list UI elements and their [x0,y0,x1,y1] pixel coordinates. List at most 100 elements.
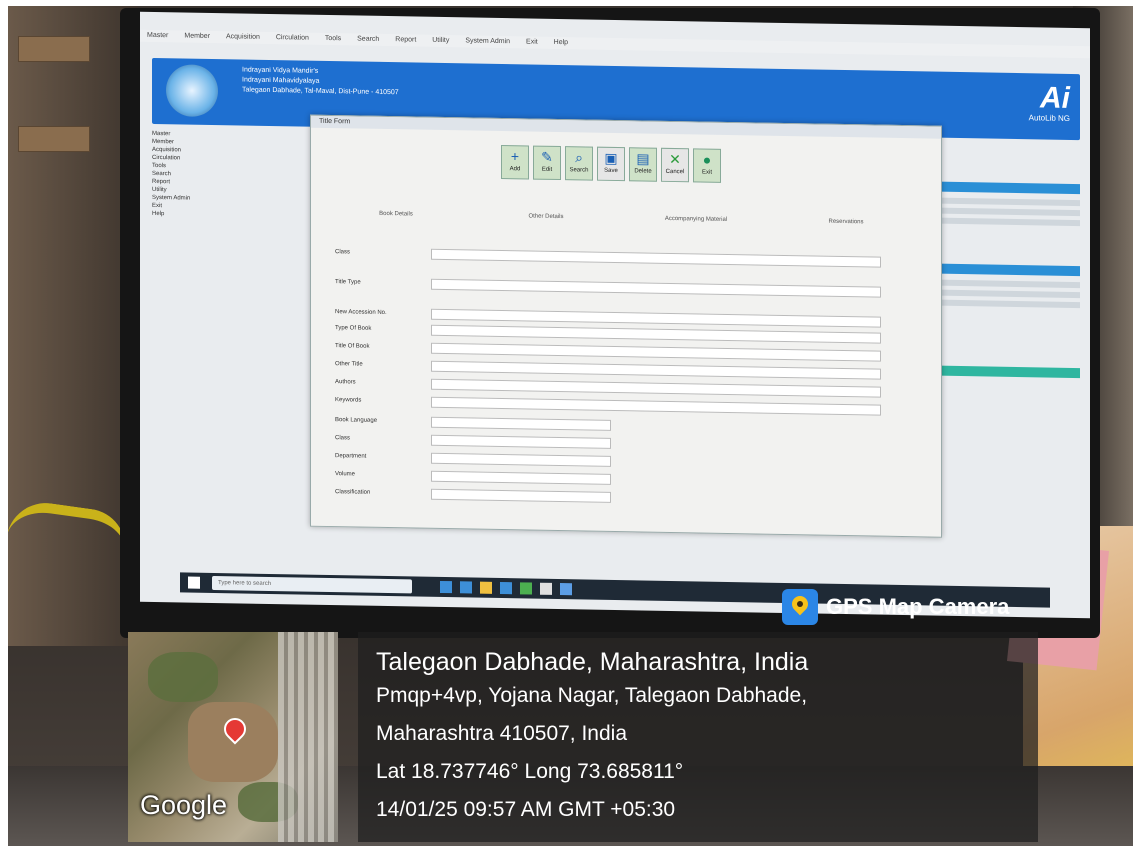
menu-item[interactable]: Search [357,33,379,45]
exit-icon: ● [702,151,712,168]
panel-line [940,279,1080,289]
form-field[interactable] [431,396,881,416]
banner-text: Indrayani Vidya Mandir's Indrayani Mahav… [242,65,399,98]
timestamp: 14/01/25 09:57 AM GMT +05:30 [376,798,676,821]
location-info-box: Talegaon Dabhade, Maharashtra, India Pmq… [358,632,1038,842]
form-field[interactable] [431,360,881,380]
field-label: Book Language [335,417,378,424]
menu-item[interactable]: Utility [432,35,449,47]
taskbar-app-icon[interactable] [560,583,572,596]
taskbar-app-icon[interactable] [540,582,552,595]
gps-app-name: GPS Map Camera [826,594,1010,619]
tab-accompanying-material[interactable]: Accompanying Material [621,211,771,228]
tab-book-details[interactable]: Book Details [321,206,471,223]
field-label: Type Of Book [335,325,372,332]
info-panel [940,176,1080,478]
save-button[interactable]: ▣ Save [597,146,625,182]
edit-icon: ✎ [541,148,553,165]
shelf [18,126,90,152]
cancel-label: Cancel [665,168,685,176]
delete-icon: ▤ [636,150,650,167]
taskbar-search-input[interactable]: Type here to search [212,575,412,594]
gps-map-camera-badge: GPS Map Camera [780,586,1038,632]
form-field[interactable] [431,278,881,298]
plus-icon: + [510,148,520,165]
delete-label: Delete [634,168,652,175]
gps-camera-icon [782,589,818,625]
panel-header [940,263,1080,277]
panel-line [940,197,1080,207]
tab-reservations[interactable]: Reservations [771,214,921,231]
location-title: Talegaon Dabhade, Maharashtra, India [376,648,809,676]
taskbar-app-icon[interactable] [440,580,452,594]
form-field[interactable] [431,248,881,268]
college-logo-icon [166,64,218,118]
edit-label: Edit [541,166,553,173]
shelf [18,36,90,62]
panel-line [940,289,1080,299]
form-field[interactable] [431,488,611,503]
form-field[interactable] [431,452,611,467]
menu-item[interactable]: Exit [526,36,538,48]
taskbar-app-icon[interactable] [500,581,512,595]
google-label: Google [140,790,228,820]
panel-line [940,217,1080,227]
menu-item[interactable]: Member [184,30,210,42]
form-field[interactable] [431,342,881,362]
field-label: Title Of Book [335,343,370,350]
menu-item[interactable]: Report [395,34,416,46]
menu-item[interactable]: Help [554,37,568,49]
field-label: Title Type [335,279,361,286]
form-row: Title Type [331,276,911,300]
menu-item[interactable]: Master [147,30,168,42]
add-button[interactable]: + Add [501,145,529,180]
banner-line: Talegaon Dabhade, Tal-Maval, Dist-Pune -… [242,86,399,97]
menu-item[interactable]: System Admin [465,35,510,48]
panel-header [940,181,1080,195]
field-label: Classification [335,489,371,496]
dialog-tabs: Book Details Other Details Accompanying Ma… [321,206,931,231]
photo: Master Member Acquisition Circulation To… [8,6,1133,846]
field-label: Volume [335,471,356,478]
form-field[interactable] [431,434,611,449]
delete-button[interactable]: ▤ Delete [629,147,657,182]
exit-label: Exit [701,169,712,176]
field-label: Department [335,453,367,460]
field-label: Other Title [335,361,363,368]
edit-button[interactable]: ✎ Edit [533,145,561,181]
autolib-logo: Ai AutoLib NG [990,81,1070,130]
windows-start-icon[interactable] [188,576,200,589]
panel-line [940,299,1080,309]
cancel-button[interactable]: ✕ Cancel [661,147,689,183]
tab-other-details[interactable]: Other Details [471,208,621,225]
menu-item[interactable]: Circulation [276,32,309,45]
panel-line [940,207,1080,217]
form-field[interactable] [431,378,881,398]
taskbar-app-icon[interactable] [520,582,532,595]
search-label: Search [569,167,589,174]
form-field[interactable] [431,470,611,485]
address-line: Maharashtra 410507, India [376,722,628,745]
taskbar-app-icon[interactable] [480,581,492,594]
exit-button[interactable]: ● Exit [693,148,721,183]
autolib-mark-icon: Ai [1040,81,1070,115]
form-field[interactable] [431,416,611,431]
autolib-brand: AutoLib NG [1028,113,1070,123]
menu-item[interactable]: Tools [325,33,341,45]
tree-item[interactable]: Help [152,210,302,221]
menu-bar: Master Member Acquisition Circulation To… [140,29,1090,59]
coordinates: Lat 18.737746° Long 73.685811° [376,760,684,783]
navigation-tree: Master Member Acquisition Circulation To… [152,130,302,553]
taskbar-app-icon[interactable] [460,581,472,594]
add-label: Add [509,166,521,173]
search-icon: ⌕ [575,149,583,166]
address-line: Pmqp+4vp, Yojana Nagar, Talegaon Dabhade… [376,684,808,707]
field-label: Authors [335,379,356,386]
map-vegetation [148,652,218,702]
map-buildings [278,632,338,842]
search-button[interactable]: ⌕ Search [565,146,593,181]
menu-item[interactable]: Acquisition [226,31,260,44]
cancel-icon: ✕ [669,150,681,168]
save-icon: ▣ [604,149,618,167]
monitor-screen: Master Member Acquisition Circulation To… [140,11,1090,619]
